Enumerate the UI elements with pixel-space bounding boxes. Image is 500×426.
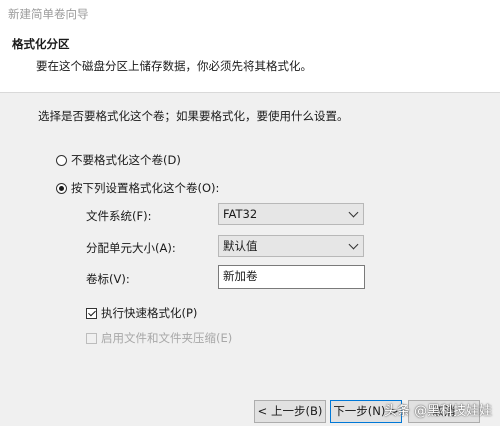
allocation-unit-label: 分配单元大小(A): — [86, 241, 176, 255]
file-system-label: 文件系统(F): — [86, 209, 152, 223]
radio-no-format-label: 不要格式化这个卷(D) — [71, 153, 181, 167]
watermark-text: 头条 @黑科技娃娃 — [384, 404, 493, 419]
wizard-content: 选择是否要格式化这个卷；如果要格式化，要使用什么设置。 不要格式化这个卷(D) … — [0, 93, 500, 380]
wizard-header: 格式化分区 要在这个磁盘分区上储存数据，你必须先将其格式化。 — [0, 26, 500, 92]
instruction-text: 选择是否要格式化这个卷；如果要格式化，要使用什么设置。 — [38, 109, 349, 123]
file-system-value: FAT32 — [223, 207, 258, 221]
quick-format-checkbox[interactable] — [86, 307, 97, 319]
page-subtitle: 要在这个磁盘分区上储存数据，你必须先将其格式化。 — [36, 59, 312, 73]
radio-no-format[interactable]: 不要格式化这个卷(D) — [56, 152, 181, 168]
compression-label: 启用文件和文件夹压缩(E) — [101, 331, 233, 345]
window-title: 新建简单卷向导 — [8, 7, 89, 21]
quick-format-option[interactable]: 执行快速格式化(P) — [86, 305, 197, 321]
volume-label-label: 卷标(V): — [86, 272, 130, 286]
compression-option: 启用文件和文件夹压缩(E) — [86, 330, 232, 346]
chevron-down-icon — [348, 239, 359, 250]
volume-label-input[interactable]: 新加卷 — [218, 265, 365, 289]
quick-format-label: 执行快速格式化(P) — [101, 306, 198, 320]
radio-format-button[interactable] — [56, 182, 67, 194]
radio-format[interactable]: 按下列设置格式化这个卷(O): — [56, 180, 219, 196]
page-title: 格式化分区 — [12, 37, 70, 51]
radio-no-format-button[interactable] — [56, 154, 67, 166]
back-button[interactable]: < 上一步(B) — [254, 400, 326, 423]
file-system-select[interactable]: FAT32 — [218, 203, 364, 225]
compression-checkbox — [86, 332, 97, 344]
radio-format-label: 按下列设置格式化这个卷(O): — [71, 181, 220, 195]
allocation-unit-value: 默认值 — [223, 239, 258, 253]
allocation-unit-select[interactable]: 默认值 — [218, 235, 364, 257]
title-bar: 新建简单卷向导 — [0, 0, 500, 26]
chevron-down-icon — [348, 207, 359, 218]
